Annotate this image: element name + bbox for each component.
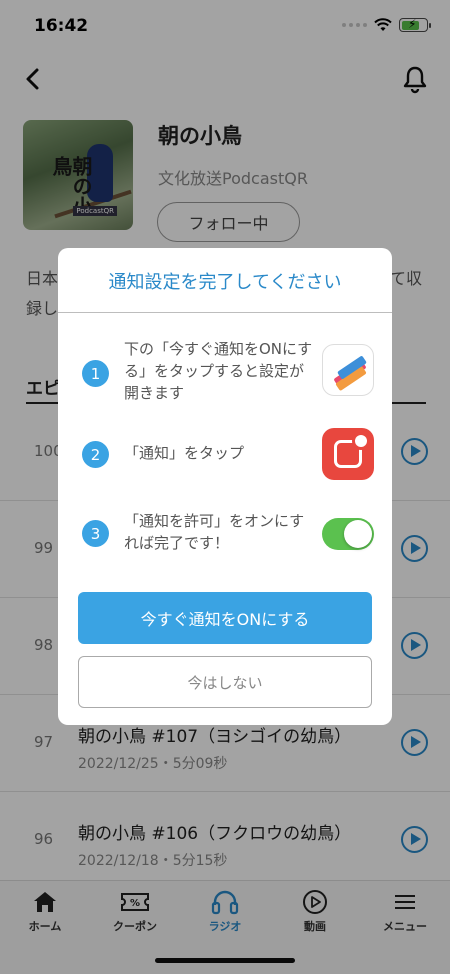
dialog-title: 通知設定を完了してください <box>108 272 342 293</box>
notification-settings-icon <box>322 428 374 480</box>
step-number-badge: 3 <box>82 520 109 547</box>
enable-notifications-button[interactable]: 今すぐ通知をONにする <box>78 592 372 644</box>
dialog-divider <box>58 312 392 313</box>
app-icon <box>322 344 374 396</box>
notification-settings-dialog: 通知設定を完了してください 1 下の「今すぐ通知をONにする」をタップすると設定… <box>58 248 392 725</box>
step-text: 「通知を許可」をオンにすれば完了です！ <box>124 512 305 552</box>
step-number-badge: 2 <box>82 441 109 468</box>
step-text: 「通知」をタップ <box>124 444 245 462</box>
step-text: 下の「今すぐ通知をONにする」をタップすると設定が開きます <box>124 340 313 402</box>
not-now-button[interactable]: 今はしない <box>78 656 372 708</box>
step-number-badge: 1 <box>82 360 109 387</box>
toggle-switch-icon <box>322 518 374 550</box>
